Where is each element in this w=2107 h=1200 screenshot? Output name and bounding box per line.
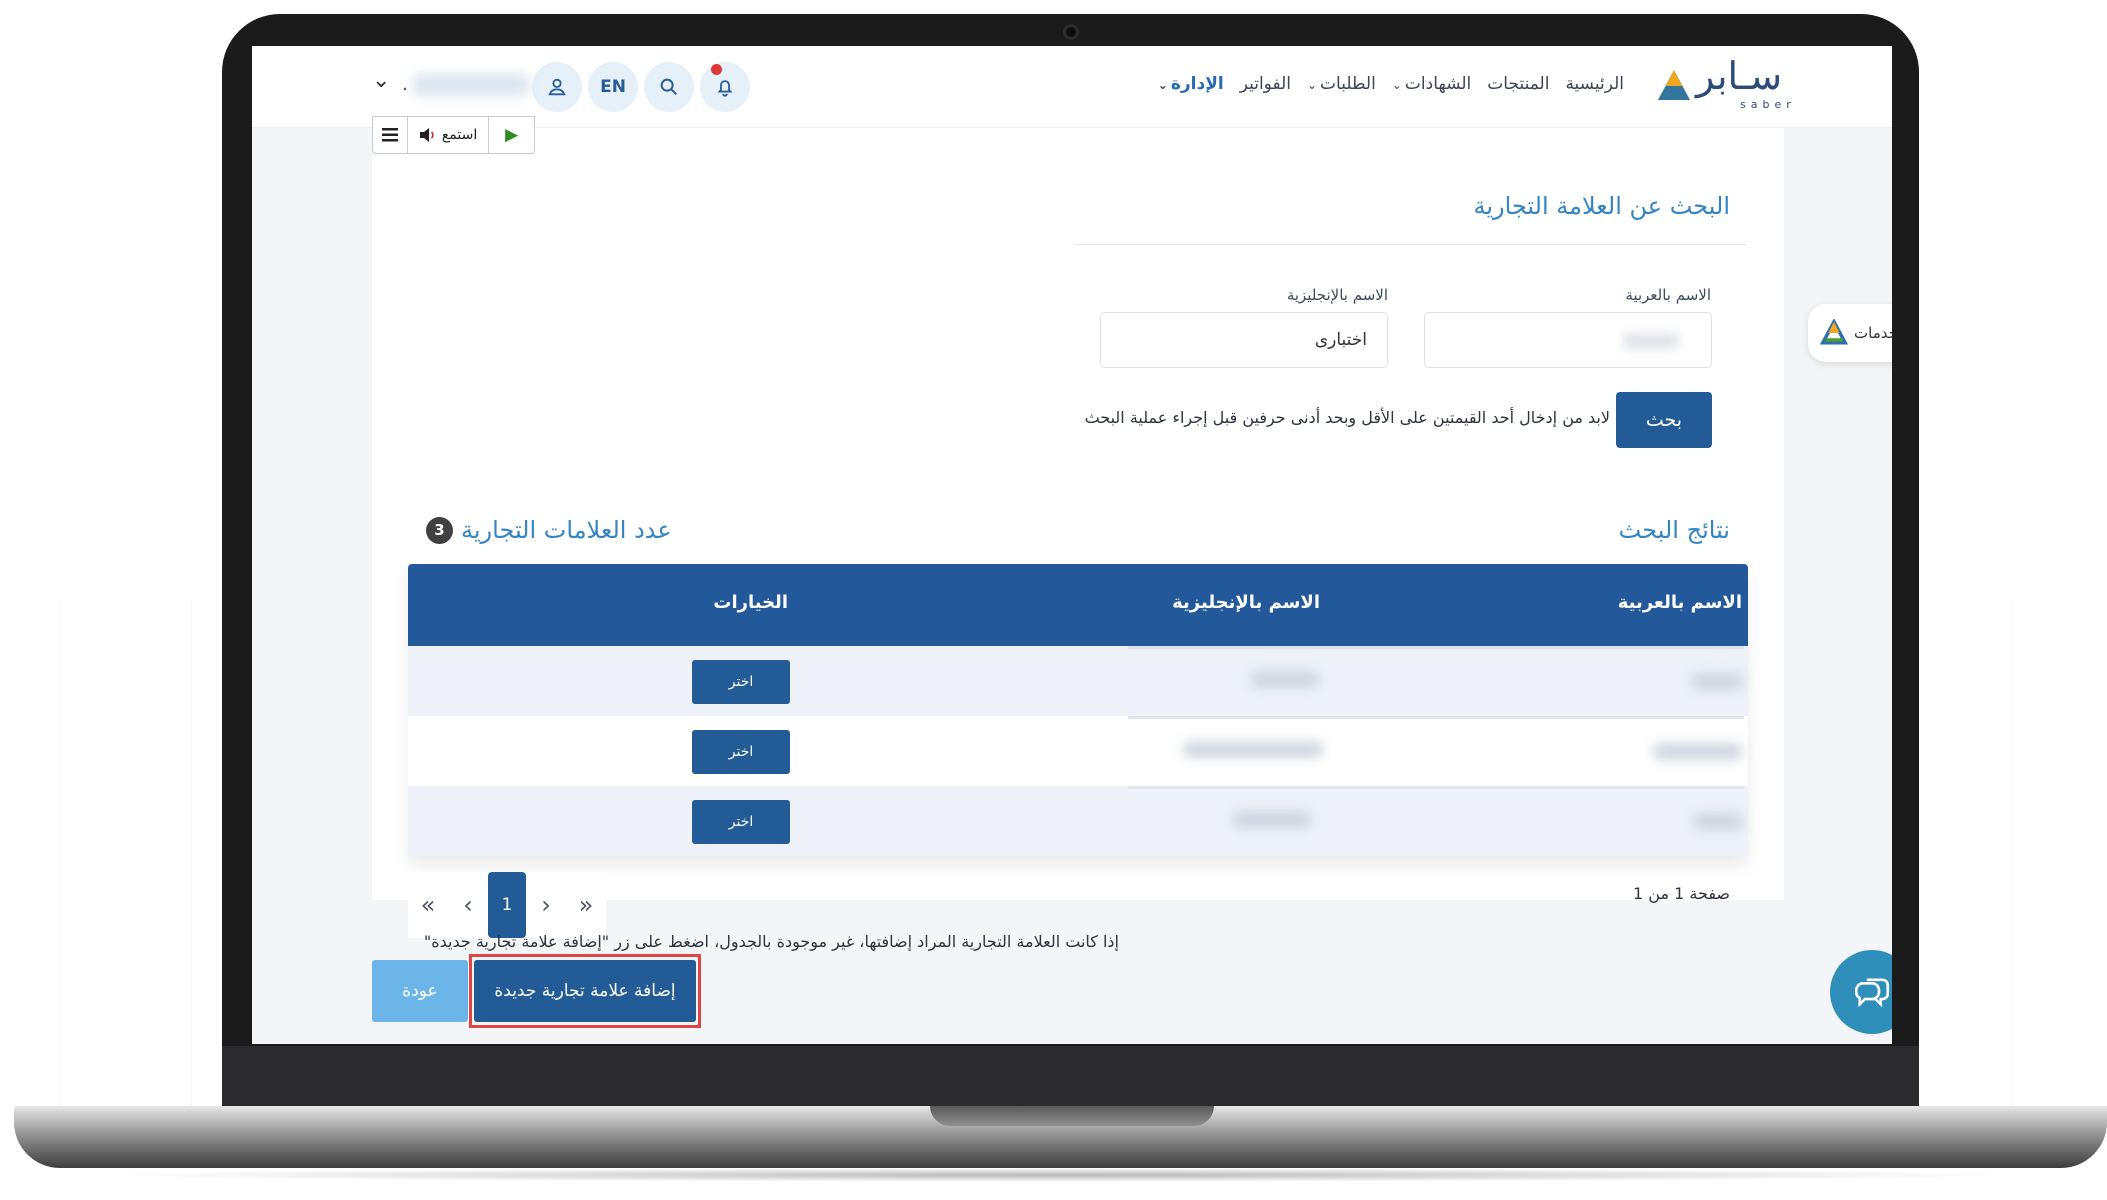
previous-page-button[interactable]: ‹ [448, 872, 488, 938]
user-profile-button[interactable] [532, 62, 582, 112]
chat-icon [1854, 978, 1890, 1008]
count-label: عدد العلامات التجارية [461, 516, 672, 544]
speaker-icon [419, 128, 434, 142]
table-header: الاسم بالعربية الاسم بالإنجليزية الخيارا… [408, 564, 1748, 646]
results-card: نتائج البحث عدد العلامات التجارية 3 الاس… [372, 452, 1784, 938]
count-badge: 3 [426, 516, 453, 544]
services-side-tab[interactable]: خدمات [1808, 304, 1892, 362]
search-button[interactable] [644, 62, 694, 112]
arabic-name-cell-blurred [1694, 814, 1742, 829]
table-row: اختر [408, 786, 1748, 856]
play-button[interactable]: ▶ [488, 117, 534, 153]
english-name-cell-blurred [1234, 812, 1310, 827]
arabic-name-cell-blurred [1654, 744, 1742, 759]
trademarks-count: عدد العلامات التجارية 3 [426, 516, 672, 544]
language-toggle[interactable]: EN [588, 62, 638, 112]
next-page-button[interactable]: › [526, 872, 566, 938]
last-page-button[interactable]: » [566, 872, 606, 938]
saber-logo-icon [1658, 70, 1690, 100]
column-header-english-name: الاسم بالإنجليزية [1172, 592, 1320, 613]
saber-logo-subtext: saber [1740, 98, 1796, 111]
chevron-down-icon: ⌄ [1306, 78, 1318, 92]
table-row: اختر [408, 716, 1748, 786]
chevron-down-icon: ⌄ [1391, 78, 1402, 92]
listen-button[interactable]: استمع [406, 117, 489, 153]
select-button[interactable]: اختر [692, 660, 790, 704]
browser-screen: سـابر saber الرئيسية المنتجات الشهادات⌄ … [252, 46, 1892, 1044]
language-label: EN [600, 77, 626, 97]
page-info: صفحة 1 من 1 [1633, 884, 1730, 903]
laptop-shadow [90, 1168, 2030, 1182]
row-divider [1128, 716, 1744, 719]
english-name-field[interactable] [1100, 312, 1388, 368]
nav-item-products[interactable]: المنتجات [1487, 74, 1549, 94]
back-button[interactable]: عودة [372, 960, 468, 1022]
chevron-down-icon: ⌄ [1157, 78, 1168, 92]
results-title: نتائج البحث [1618, 516, 1730, 544]
nav-item-certificates[interactable]: الشهادات⌄ [1392, 74, 1471, 94]
user-name-blurred [412, 74, 530, 96]
toolbar-menu-button[interactable] [373, 117, 407, 153]
notifications-button[interactable] [700, 62, 750, 112]
table-row: اختر [408, 646, 1748, 716]
chat-support-button[interactable] [1830, 950, 1892, 1034]
nav-item-invoices[interactable]: الفواتير [1240, 74, 1291, 94]
pagination: « ‹ 1 › » [408, 872, 606, 938]
search-card: البحث عن العلامة التجارية الاسم بالعربية… [372, 128, 1784, 470]
user-icon [548, 78, 566, 96]
first-page-button[interactable]: « [408, 872, 448, 938]
search-icon [660, 78, 678, 96]
add-trademark-note: إذا كانت العلامة التجارية المراد إضافتها… [423, 932, 1119, 951]
results-table: الاسم بالعربية الاسم بالإنجليزية الخيارا… [408, 564, 1748, 856]
search-submit-button[interactable]: بحث [1616, 392, 1712, 448]
title-divider [1076, 244, 1746, 245]
english-name-label: الاسم بالإنجليزية [1286, 286, 1388, 304]
laptop-notch [930, 1106, 1214, 1126]
column-header-arabic-name: الاسم بالعربية [1617, 592, 1742, 613]
nav-item-home[interactable]: الرئيسية [1565, 74, 1624, 94]
column-header-options: الخيارات [713, 592, 788, 613]
english-name-cell-blurred [1184, 742, 1322, 757]
arabic-name-label: الاسم بالعربية [1625, 286, 1711, 304]
bell-icon [717, 80, 733, 97]
play-icon: ▶ [505, 125, 519, 145]
listen-toolbar: استمع ▶ [372, 116, 535, 154]
menu-icon [381, 128, 398, 142]
search-hint: لابد من إدخال أحد القيمتين على الأقل وبح… [1084, 408, 1610, 427]
laptop-camera [1063, 24, 1079, 40]
row-divider [1128, 786, 1744, 789]
services-label: خدمات [1854, 324, 1892, 342]
notification-dot [711, 64, 722, 75]
chevron-down-icon[interactable]: ⌄ [372, 68, 390, 93]
main-nav: الرئيسية المنتجات الشهادات⌄ الطلبات⌄ الف… [1158, 74, 1624, 94]
page-1-button[interactable]: 1 [488, 872, 526, 938]
add-new-trademark-button[interactable]: إضافة علامة تجارية جديدة [474, 960, 696, 1022]
services-logo-icon [1820, 319, 1848, 345]
arabic-name-field[interactable] [1424, 312, 1712, 368]
user-menu-dot: . [402, 74, 408, 95]
select-button[interactable]: اختر [692, 800, 790, 844]
saber-logo-text: سـابر [1696, 54, 1783, 98]
arabic-name-blurred-text [1623, 333, 1679, 349]
nav-item-administration[interactable]: الإدارة⌄ [1158, 74, 1224, 94]
select-button[interactable]: اختر [692, 730, 790, 774]
english-name-cell-blurred [1252, 672, 1318, 687]
nav-item-requests[interactable]: الطلبات⌄ [1307, 74, 1376, 94]
listen-label: استمع [441, 127, 478, 143]
row-divider [1128, 646, 1744, 649]
english-name-input[interactable] [1101, 313, 1387, 367]
arabic-name-cell-blurred [1692, 674, 1742, 689]
laptop-bezel-bottom [222, 1046, 1919, 1108]
search-title: البحث عن العلامة التجارية [1473, 192, 1730, 220]
